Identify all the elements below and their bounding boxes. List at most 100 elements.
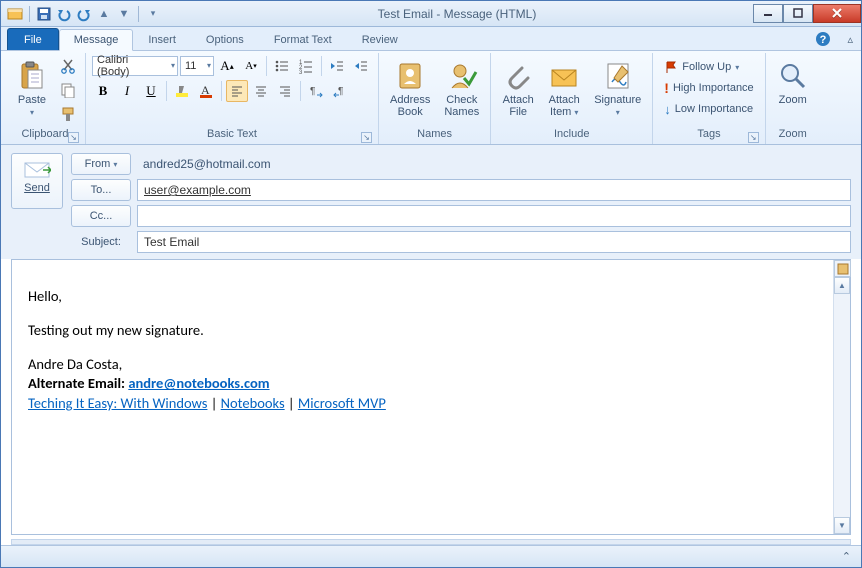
maximize-button[interactable] — [783, 4, 813, 23]
group-zoom: Zoom Zoom — [766, 53, 820, 144]
signature-link-2[interactable]: Notebooks — [221, 394, 285, 412]
message-body-editor[interactable]: Hello, Testing out my new signature. And… — [12, 260, 833, 534]
svg-text:A: A — [201, 83, 210, 97]
check-names-icon — [446, 60, 478, 92]
tab-format-text[interactable]: Format Text — [259, 28, 347, 50]
svg-text:?: ? — [820, 34, 827, 46]
message-header: Send From ▾ andred25@hotmail.com To... u… — [1, 145, 861, 259]
bullets-button[interactable] — [271, 55, 293, 77]
minimize-ribbon-icon[interactable]: ▵ — [847, 33, 853, 46]
send-icon — [23, 160, 51, 180]
body-container: Hello, Testing out my new signature. And… — [11, 259, 851, 535]
check-names-label: Check Names — [444, 94, 479, 118]
signature-button[interactable]: Signature▾ — [589, 55, 646, 125]
increase-indent-button[interactable] — [350, 55, 372, 77]
compose-window: ▲ ▼ ▾ Test Email - Message (HTML) File M… — [0, 0, 862, 568]
low-importance-icon: ↓ — [664, 102, 671, 117]
subject-label: Subject: — [71, 236, 131, 248]
cc-button[interactable]: Cc... — [71, 205, 131, 227]
format-painter-button[interactable] — [57, 103, 79, 125]
address-book-icon — [394, 60, 426, 92]
paste-button[interactable]: Paste▾ — [11, 55, 53, 125]
body-line: Testing out my new signature. — [28, 321, 817, 341]
paperclip-icon — [502, 60, 534, 92]
redo-icon[interactable] — [76, 6, 92, 22]
from-value: andred25@hotmail.com — [137, 153, 851, 175]
highlight-button[interactable] — [171, 80, 193, 102]
tab-message[interactable]: Message — [59, 29, 134, 51]
zoom-icon — [777, 60, 809, 92]
subject-input[interactable]: Test Email — [137, 231, 851, 253]
tab-options[interactable]: Options — [191, 28, 259, 50]
signature-icon — [602, 60, 634, 92]
follow-up-button[interactable]: Follow Up ▾ — [659, 57, 758, 77]
font-color-button[interactable]: A — [195, 80, 217, 102]
outlook-icon[interactable] — [7, 6, 23, 22]
scroll-corner-icon[interactable] — [834, 260, 851, 277]
underline-button[interactable]: U — [140, 80, 162, 102]
bold-button[interactable]: B — [92, 80, 114, 102]
next-item-icon[interactable]: ▼ — [116, 6, 132, 22]
align-center-button[interactable] — [250, 80, 272, 102]
people-pane-toggle-icon[interactable]: ⌃ — [842, 550, 851, 563]
numbering-button[interactable]: 123 — [295, 55, 317, 77]
qat-customize-icon[interactable]: ▾ — [145, 6, 161, 22]
vertical-scrollbar[interactable]: ▲ ▼ — [833, 260, 850, 534]
cc-input[interactable] — [137, 205, 851, 227]
scroll-up-button[interactable]: ▲ — [834, 277, 850, 294]
rtl-button[interactable]: ¶ — [329, 80, 351, 102]
ltr-button[interactable]: ¶ — [305, 80, 327, 102]
help-icon[interactable]: ? — [815, 31, 831, 47]
group-tags: Follow Up ▾ ! High Importance ↓ Low Impo… — [653, 53, 765, 144]
italic-button[interactable]: I — [116, 80, 138, 102]
tags-launcher[interactable]: ↘ — [748, 132, 759, 143]
to-button[interactable]: To... — [71, 179, 131, 201]
attach-file-button[interactable]: Attach File — [497, 55, 539, 125]
check-names-button[interactable]: Check Names — [439, 55, 484, 125]
signature-link-1[interactable]: Teching It Easy: With Windows — [28, 394, 207, 412]
align-left-button[interactable] — [226, 80, 248, 102]
paste-icon — [16, 60, 48, 92]
address-book-button[interactable]: Address Book — [385, 55, 435, 125]
font-size-combo[interactable]: 11▾ — [180, 56, 214, 76]
svg-text:¶: ¶ — [310, 86, 315, 97]
basictext-launcher[interactable]: ↘ — [361, 132, 372, 143]
tab-review[interactable]: Review — [347, 28, 413, 50]
window-controls — [753, 5, 861, 23]
alt-email-link[interactable]: andre@notebooks.com — [128, 374, 269, 392]
high-importance-icon: ! — [664, 80, 669, 96]
window-title: Test Email - Message (HTML) — [161, 7, 753, 21]
scroll-down-button[interactable]: ▼ — [834, 517, 850, 534]
prev-item-icon[interactable]: ▲ — [96, 6, 112, 22]
to-input[interactable]: user@example.com — [137, 179, 851, 201]
cut-button[interactable] — [57, 55, 79, 77]
font-family-combo[interactable]: Calibri (Body)▾ — [92, 56, 178, 76]
send-button[interactable]: Send — [11, 153, 63, 209]
shrink-font-button[interactable]: A▾ — [240, 55, 262, 77]
grow-font-button[interactable]: A▴ — [216, 55, 238, 77]
low-importance-button[interactable]: ↓ Low Importance — [659, 99, 758, 119]
from-button[interactable]: From ▾ — [71, 153, 131, 175]
align-right-button[interactable] — [274, 80, 296, 102]
decrease-indent-button[interactable] — [326, 55, 348, 77]
close-button[interactable] — [813, 4, 861, 23]
minimize-button[interactable] — [753, 4, 783, 23]
save-icon[interactable] — [36, 6, 52, 22]
attach-item-icon — [548, 60, 580, 92]
copy-button[interactable] — [57, 79, 79, 101]
attach-item-button[interactable]: Attach Item ▾ — [543, 55, 585, 125]
ribbon-tabs: File Message Insert Options Format Text … — [1, 27, 861, 51]
ribbon: Paste▾ Clipboard↘ Calibri (Body)▾ 11▾ A▴… — [1, 51, 861, 145]
high-importance-button[interactable]: ! High Importance — [659, 78, 758, 98]
file-tab[interactable]: File — [7, 28, 59, 50]
group-clipboard: Paste▾ Clipboard↘ — [5, 53, 86, 144]
signature-link-3[interactable]: Microsoft MVP — [298, 394, 386, 412]
undo-icon[interactable] — [56, 6, 72, 22]
tab-insert[interactable]: Insert — [133, 28, 191, 50]
status-bar: ⌃ — [1, 545, 861, 567]
quick-access-toolbar: ▲ ▼ ▾ — [7, 6, 161, 22]
clipboard-launcher[interactable]: ↘ — [68, 132, 79, 143]
address-book-label: Address Book — [390, 94, 430, 118]
titlebar: ▲ ▼ ▾ Test Email - Message (HTML) — [1, 1, 861, 27]
zoom-button[interactable]: Zoom — [772, 55, 814, 125]
